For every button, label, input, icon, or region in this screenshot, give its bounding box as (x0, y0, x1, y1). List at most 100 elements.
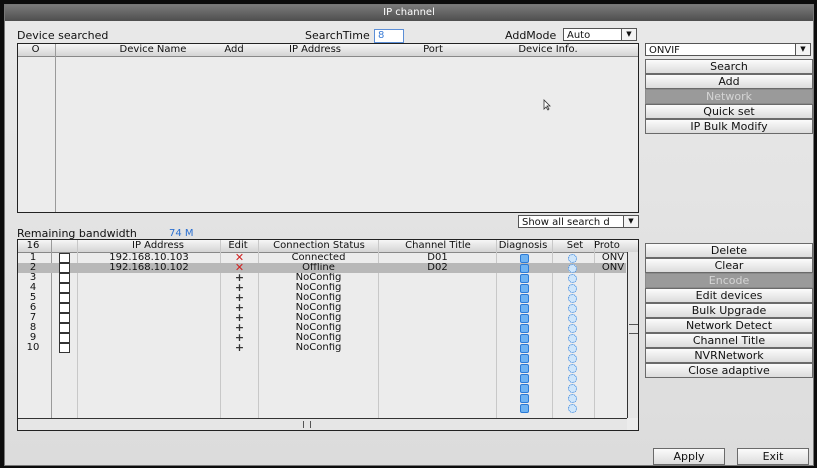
settings-icon[interactable] (568, 264, 577, 273)
settings-icon[interactable] (568, 284, 577, 293)
diagnosis-icon[interactable] (520, 324, 529, 333)
add-icon[interactable]: + (221, 293, 258, 303)
diagnosis-icon[interactable] (520, 404, 529, 413)
col-channel-title[interactable]: Channel Title (383, 240, 493, 252)
settings-icon[interactable] (568, 314, 577, 323)
row-checkbox[interactable] (59, 253, 70, 263)
diagnosis-icon[interactable] (520, 264, 529, 273)
add-mode-select[interactable]: Auto ▼ (563, 28, 637, 41)
close-adaptive-button[interactable]: Close adaptive (645, 363, 813, 378)
col-ip-address[interactable]: IP Address (98, 240, 218, 252)
search-results-table[interactable]: O Device Name Add IP Address Port Device… (17, 43, 639, 213)
col-add[interactable]: Add (214, 44, 254, 56)
settings-icon[interactable] (568, 294, 577, 303)
diagnosis-icon[interactable] (520, 384, 529, 393)
search-time-field[interactable]: 8 (374, 29, 404, 43)
table-row[interactable]: 1 192.168.10.103 ✕ Connected D01 ONV (18, 253, 626, 263)
channel-title-button[interactable]: Channel Title (645, 333, 813, 348)
diagnosis-icon[interactable] (520, 334, 529, 343)
settings-icon[interactable] (568, 404, 577, 413)
col-connection-status[interactable]: Connection Status (261, 240, 377, 252)
table-row[interactable]: 3 + NoConfig (18, 273, 626, 283)
add-icon[interactable]: + (221, 303, 258, 313)
col-device-info[interactable]: Device Info. (508, 44, 588, 56)
diagnosis-icon[interactable] (520, 344, 529, 353)
table-row[interactable]: 6 + NoConfig (18, 303, 626, 313)
search-button[interactable]: Search (645, 59, 813, 74)
row-checkbox[interactable] (59, 283, 70, 293)
row-checkbox[interactable] (59, 343, 70, 353)
table-row[interactable]: 7 + NoConfig (18, 313, 626, 323)
network-detect-button[interactable]: Network Detect (645, 318, 813, 333)
col-edit[interactable]: Edit (223, 240, 253, 252)
settings-icon[interactable] (568, 304, 577, 313)
ip-bulk-modify-button[interactable]: IP Bulk Modify (645, 119, 813, 134)
add-icon[interactable]: + (221, 343, 258, 353)
settings-icon[interactable] (568, 374, 577, 383)
col-port[interactable]: Port (408, 44, 458, 56)
add-icon[interactable]: + (221, 273, 258, 283)
delete-icon[interactable]: ✕ (221, 263, 258, 273)
settings-icon[interactable] (568, 384, 577, 393)
settings-icon[interactable] (568, 254, 577, 263)
table-row[interactable]: 8 + NoConfig (18, 323, 626, 333)
row-checkbox[interactable] (59, 263, 70, 273)
diagnosis-icon[interactable] (520, 394, 529, 403)
apply-button[interactable]: Apply (653, 448, 725, 465)
table-row[interactable]: 2 192.168.10.102 ✕ Offline D02 ONV (18, 263, 626, 273)
settings-icon[interactable] (568, 324, 577, 333)
show-filter-select[interactable]: Show all search d ▼ (518, 215, 639, 228)
row-checkbox[interactable] (59, 323, 70, 333)
col-device-name[interactable]: Device Name (88, 44, 218, 56)
row-checkbox[interactable] (59, 293, 70, 303)
table-row[interactable]: 5 + NoConfig (18, 293, 626, 303)
quick-set-button[interactable]: Quick set (645, 104, 813, 119)
diagnosis-icon[interactable] (520, 284, 529, 293)
col-diagnosis[interactable]: Diagnosis (497, 240, 549, 252)
settings-icon[interactable] (568, 334, 577, 343)
table-row[interactable]: 4 + NoConfig (18, 283, 626, 293)
channel-table[interactable]: 16 IP Address Edit Connection Status Cha… (17, 239, 639, 431)
add-icon[interactable]: + (221, 323, 258, 333)
delete-button[interactable]: Delete (645, 243, 813, 258)
settings-icon[interactable] (568, 344, 577, 353)
diagnosis-icon[interactable] (520, 354, 529, 363)
row-checkbox[interactable] (59, 303, 70, 313)
settings-icon[interactable] (568, 364, 577, 373)
col-ip-address[interactable]: IP Address (280, 44, 350, 56)
exit-button[interactable]: Exit (737, 448, 809, 465)
col-set[interactable]: Set (554, 240, 596, 252)
scrollbar-thumb[interactable] (303, 421, 311, 428)
add-icon[interactable]: + (221, 333, 258, 343)
diagnosis-icon[interactable] (520, 294, 529, 303)
col-select[interactable]: O (18, 44, 53, 56)
edit-devices-button[interactable]: Edit devices (645, 288, 813, 303)
add-button[interactable]: Add (645, 74, 813, 89)
protocol-select[interactable]: ONVIF ▼ (645, 43, 811, 56)
diagnosis-icon[interactable] (520, 254, 529, 263)
table-row[interactable]: 10 + NoConfig (18, 343, 626, 353)
nvr-network-button[interactable]: NVRNetwork (645, 348, 813, 363)
network-button[interactable]: Network (645, 89, 813, 104)
settings-icon[interactable] (568, 274, 577, 283)
diagnosis-icon[interactable] (520, 314, 529, 323)
settings-icon[interactable] (568, 394, 577, 403)
bulk-upgrade-button[interactable]: Bulk Upgrade (645, 303, 813, 318)
diagnosis-icon[interactable] (520, 304, 529, 313)
add-icon[interactable]: + (221, 313, 258, 323)
table-row[interactable]: 9 + NoConfig (18, 333, 626, 343)
settings-icon[interactable] (568, 354, 577, 363)
col-protocol[interactable]: Proto (594, 240, 628, 252)
diagnosis-icon[interactable] (520, 374, 529, 383)
row-checkbox[interactable] (59, 273, 70, 283)
diagnosis-icon[interactable] (520, 274, 529, 283)
row-checkbox[interactable] (59, 333, 70, 343)
encode-button[interactable]: Encode (645, 273, 813, 288)
clear-button[interactable]: Clear (645, 258, 813, 273)
scrollbar-thumb[interactable] (629, 324, 638, 334)
diagnosis-icon[interactable] (520, 364, 529, 373)
delete-icon[interactable]: ✕ (221, 253, 258, 263)
horizontal-scrollbar[interactable] (18, 418, 627, 430)
add-icon[interactable]: + (221, 283, 258, 293)
row-checkbox[interactable] (59, 313, 70, 323)
